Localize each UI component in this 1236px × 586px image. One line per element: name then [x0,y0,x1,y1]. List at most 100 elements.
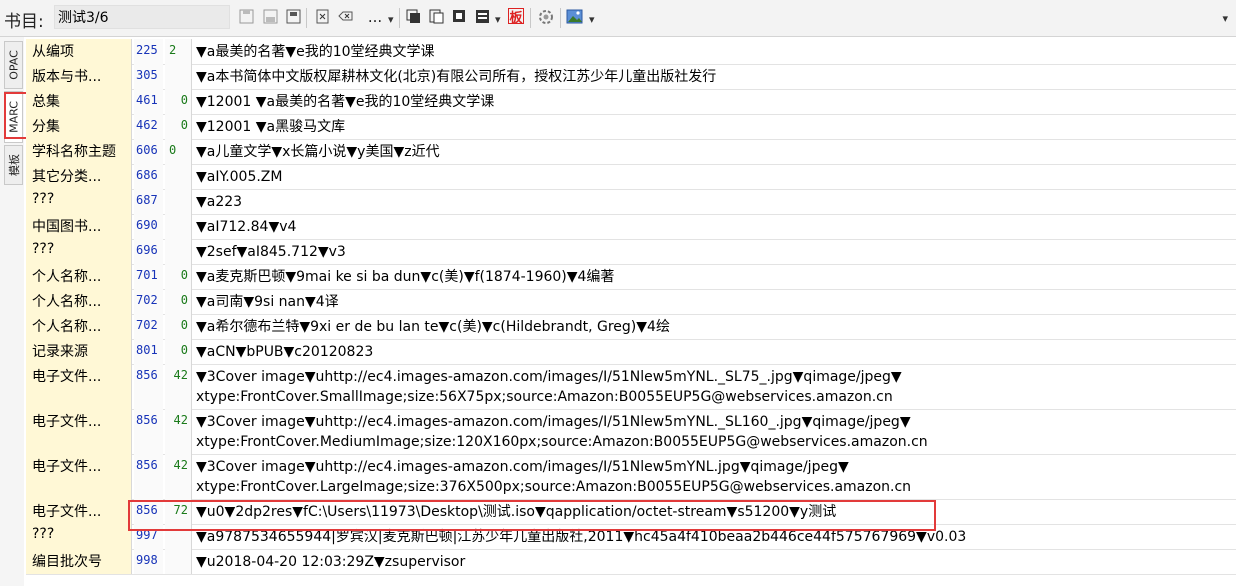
field-indicator-cell[interactable]: 0 [165,139,191,164]
field-tag-cell[interactable]: 856 [134,364,163,409]
layout-dropdown-chevron-down-icon[interactable]: ▾ [495,13,501,26]
field-name-cell[interactable]: 分集 [26,114,132,139]
field-content-cell[interactable]: ▼a司南▼9si nan▼4译 [196,289,1236,314]
field-indicator-cell[interactable] [165,549,191,574]
field-tag-cell[interactable]: 606 [134,139,163,164]
field-name-cell[interactable]: 个人名称... [26,289,132,314]
layout-icon[interactable] [474,8,491,25]
field-content-cell[interactable]: ▼3Cover image▼uhttp://ec4.images-amazon.… [196,409,1236,454]
table-row[interactable]: 个人名称... 702 0 ▼a希尔德布兰特▼9xi er de bu lan te▼… [26,314,1236,340]
field-tag-cell[interactable]: 686 [134,164,163,189]
field-tag-cell[interactable]: 687 [134,189,163,214]
field-indicator-cell[interactable]: 42 [165,364,191,409]
table-row[interactable]: 分集 462 0 ▼12001 ▼a黑骏马文库 [26,114,1236,140]
table-row[interactable]: 版本与书... 305 ▼a本书简体中文版权犀耕林文化(北京)有限公司所有，授权江苏… [26,64,1236,90]
field-name-cell[interactable]: 电子文件... [26,364,132,409]
field-indicator-cell[interactable] [165,189,191,214]
field-name-cell[interactable]: 记录来源 [26,339,132,364]
save-icon[interactable] [262,8,279,25]
field-indicator-cell[interactable]: 0 [165,89,191,114]
image-icon[interactable] [566,8,583,25]
field-content-cell[interactable]: ▼aI712.84▼v4 [196,214,1236,239]
field-tag-cell[interactable]: 225 [134,39,163,64]
table-row[interactable]: 中国图书... 690 ▼aI712.84▼v4 [26,214,1236,240]
field-name-cell[interactable]: 从编项 [26,39,132,64]
table-row[interactable]: 其它分类... 686 ▼aIY.005.ZM [26,164,1236,190]
save-to-icon[interactable] [285,8,302,25]
field-tag-cell[interactable]: 690 [134,214,163,239]
field-content-cell[interactable]: ▼2sef▼aI845.712▼v3 [196,239,1236,264]
field-tag-cell[interactable]: 462 [134,114,163,139]
field-tag-cell[interactable]: 461 [134,89,163,114]
field-indicator-cell[interactable] [165,164,191,189]
field-name-cell[interactable]: 电子文件... [26,409,132,454]
more-icon[interactable]: ... [362,8,388,26]
field-name-cell[interactable]: 个人名称... [26,314,132,339]
field-name-cell[interactable]: ??? [26,189,132,214]
field-indicator-cell[interactable] [165,214,191,239]
field-tag-cell[interactable]: 856 [134,409,163,454]
field-indicator-cell[interactable]: 42 [165,409,191,454]
table-row[interactable]: 总集 461 0 ▼12001 ▼a最美的名著▼e我的10堂经典文学课 [26,89,1236,115]
duplicate-icon[interactable] [451,8,468,25]
template-icon[interactable]: 板 [508,8,524,26]
settings-icon[interactable] [537,8,554,25]
field-tag-cell[interactable]: 801 [134,339,163,364]
field-name-cell[interactable]: 版本与书... [26,64,132,89]
field-tag-cell[interactable]: 702 [134,289,163,314]
field-content-cell[interactable]: ▼aCN▼bPUB▼c20120823 [196,339,1236,364]
field-tag-cell[interactable]: 696 [134,239,163,264]
copy-icon[interactable] [405,8,422,25]
table-row[interactable]: 电子文件... 856 42 ▼3Cover image▼uhttp://ec4.im… [26,364,1236,410]
field-indicator-cell[interactable] [165,239,191,264]
field-content-cell[interactable]: ▼aIY.005.ZM [196,164,1236,189]
field-name-cell[interactable]: 个人名称... [26,264,132,289]
table-row[interactable]: 编目批次号 998 ▼u2018-04-20 12:03:29Z▼zsupervis… [26,549,1236,575]
field-indicator-cell[interactable]: 42 [165,454,191,499]
field-content-cell[interactable]: ▼3Cover image▼uhttp://ec4.images-amazon.… [196,454,1236,499]
image-dropdown-chevron-down-icon[interactable]: ▾ [589,13,595,26]
field-tag-cell[interactable]: 701 [134,264,163,289]
field-content-cell[interactable]: ▼12001 ▼a最美的名著▼e我的10堂经典文学课 [196,89,1236,114]
table-row[interactable]: 个人名称... 701 0 ▼a麦克斯巴顿▼9mai ke si ba dun▼c(美… [26,264,1236,290]
toolbar-overflow-chevron-down-icon[interactable]: ▾ [1222,12,1228,25]
field-name-cell[interactable]: 电子文件... [26,499,132,524]
clear-icon[interactable] [337,8,354,25]
field-tag-cell[interactable]: 702 [134,314,163,339]
field-name-cell[interactable]: 学科名称主题 [26,139,132,164]
paste-icon[interactable] [428,8,445,25]
field-tag-cell[interactable]: 856 [134,454,163,499]
table-row[interactable]: 记录来源 801 0 ▼aCN▼bPUB▼c20120823 [26,339,1236,365]
field-name-cell[interactable]: 电子文件... [26,454,132,499]
table-row[interactable]: 学科名称主题 606 0 ▼a儿童文学▼x长篇小说▼y美国▼z近代 [26,139,1236,165]
field-indicator-cell[interactable]: 0 [165,314,191,339]
table-row[interactable]: 电子文件... 856 42 ▼3Cover image▼uhttp://ec4.im… [26,409,1236,455]
field-indicator-cell[interactable]: 0 [165,289,191,314]
field-content-cell[interactable]: ▼a儿童文学▼x长篇小说▼y美国▼z近代 [196,139,1236,164]
field-content-cell[interactable]: ▼12001 ▼a黑骏马文库 [196,114,1236,139]
field-name-cell[interactable]: 其它分类... [26,164,132,189]
field-indicator-cell[interactable]: 0 [165,114,191,139]
delete-icon[interactable] [314,8,331,25]
field-name-cell[interactable]: 编目批次号 [26,549,132,574]
table-row[interactable]: 电子文件... 856 42 ▼3Cover image▼uhttp://ec4.im… [26,454,1236,500]
field-tag-cell[interactable]: 305 [134,64,163,89]
field-name-cell[interactable]: ??? [26,239,132,264]
more-dropdown-chevron-down-icon[interactable]: ▾ [388,13,394,26]
field-name-cell[interactable]: 总集 [26,89,132,114]
field-content-cell[interactable]: ▼u2018-04-20 12:03:29Z▼zsupervisor [196,549,1236,574]
tab-template[interactable]: 模板 [4,145,23,185]
field-content-cell[interactable]: ▼a最美的名著▼e我的10堂经典文学课 [196,39,1236,64]
field-content-cell[interactable]: ▼a本书简体中文版权犀耕林文化(北京)有限公司所有，授权江苏少年儿童出版社发行 [196,64,1236,89]
field-tag-cell[interactable]: 998 [134,549,163,574]
field-content-cell[interactable]: ▼a223 [196,189,1236,214]
table-row[interactable]: ??? 687 ▼a223 [26,189,1236,215]
table-row[interactable]: ??? 696 ▼2sef▼aI845.712▼v3 [26,239,1236,265]
field-indicator-cell[interactable]: 0 [165,264,191,289]
tab-opac[interactable]: OPAC [4,41,23,89]
field-indicator-cell[interactable]: 2 [165,39,191,64]
field-content-cell[interactable]: ▼3Cover image▼uhttp://ec4.images-amazon.… [196,364,1236,409]
field-indicator-cell[interactable] [165,64,191,89]
save-all-icon[interactable] [238,8,255,25]
field-name-cell[interactable]: 中国图书... [26,214,132,239]
